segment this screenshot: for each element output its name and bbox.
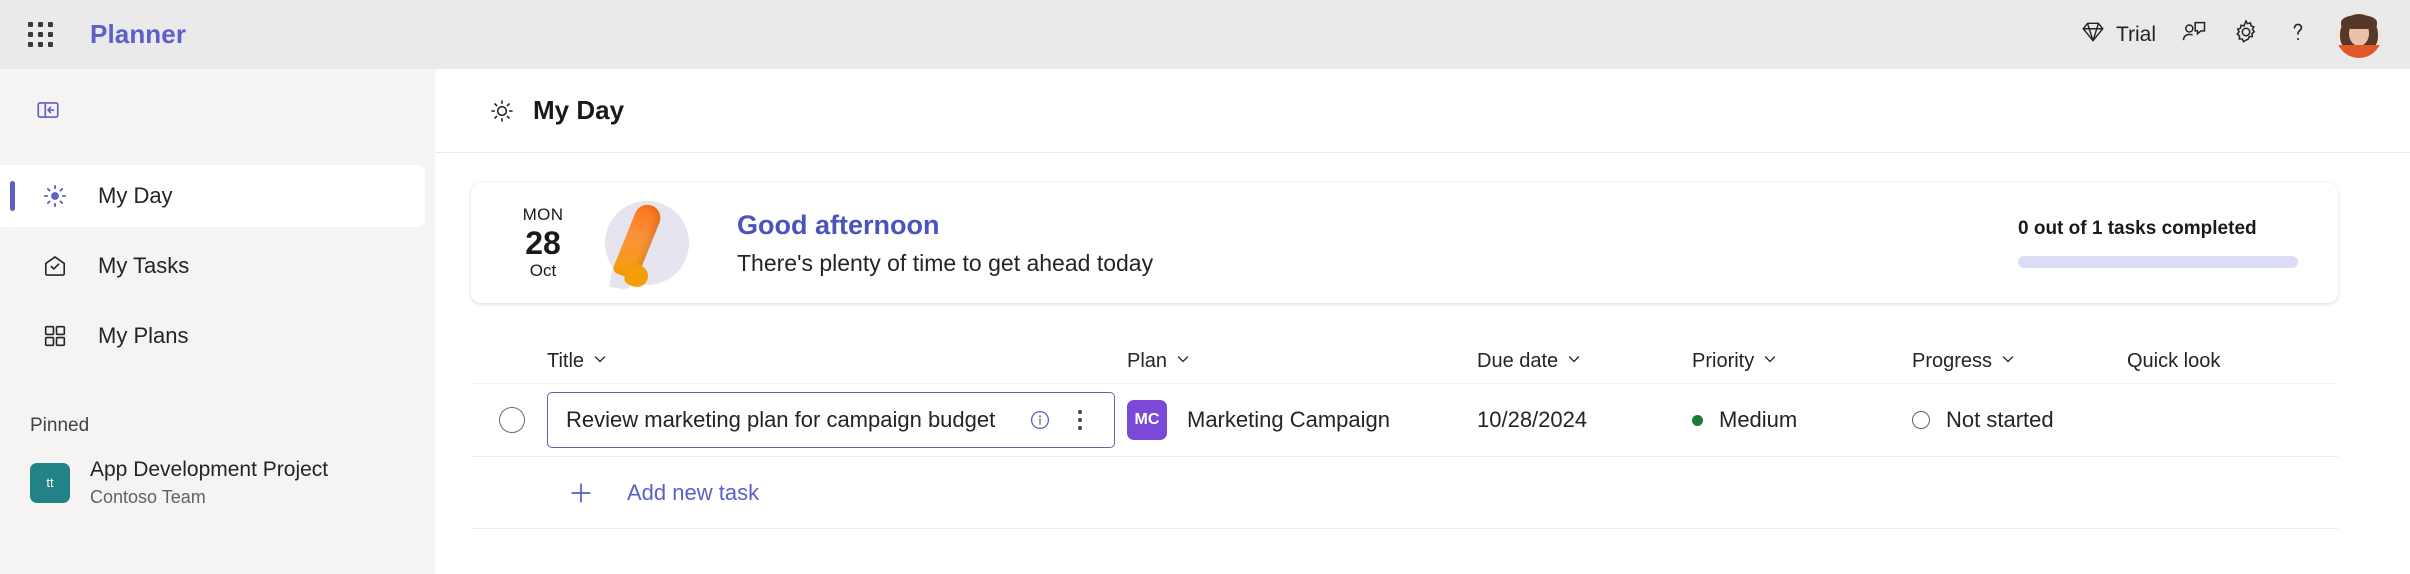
content-scroll: MON 28 Oct Good afternoon There's plenty… xyxy=(435,153,2410,574)
active-indicator xyxy=(10,181,15,211)
task-complete-cell xyxy=(471,407,547,433)
sidebar-nav: My Day My Tasks My Plans xyxy=(0,165,435,367)
column-label: Quick look xyxy=(2127,349,2221,372)
column-header-progress[interactable]: Progress xyxy=(1912,350,2127,373)
question-mark-icon xyxy=(2284,18,2312,51)
date-weekday: MON xyxy=(522,204,564,224)
pen-illustration xyxy=(595,193,707,293)
settings-button[interactable] xyxy=(2222,12,2270,58)
sidebar-pinned-plan[interactable]: tt App Development Project Contoso Team xyxy=(0,449,425,517)
greeting-subtitle: There's plenty of time to get ahead toda… xyxy=(737,249,1154,276)
task-table: Title Plan Due date Priority Progress Qu… xyxy=(471,339,2338,529)
greeting-card: MON 28 Oct Good afternoon There's plenty… xyxy=(471,183,2338,303)
task-priority-cell[interactable]: Medium xyxy=(1692,407,1912,433)
task-title-text: Review marketing plan for campaign budge… xyxy=(566,407,996,432)
chevron-down-icon xyxy=(2000,350,2016,373)
plan-badge: MC xyxy=(1127,400,1167,440)
help-button[interactable] xyxy=(2274,12,2322,58)
feedback-button[interactable] xyxy=(2170,12,2218,58)
table-header-row: Title Plan Due date Priority Progress Qu… xyxy=(471,339,2338,383)
collapse-sidebar-button[interactable] xyxy=(26,92,70,132)
chevron-down-icon xyxy=(1566,350,1582,373)
avatar-image xyxy=(2336,11,2382,58)
sidebar-item-my-day[interactable]: My Day xyxy=(0,165,425,227)
column-label: Plan xyxy=(1127,349,1168,372)
active-indicator xyxy=(10,251,15,281)
planner-app: Planner Trial My Day My Tasks My Plans P… xyxy=(0,0,2410,574)
column-header-priority[interactable]: Priority xyxy=(1692,350,1912,373)
grid-squares-icon xyxy=(38,323,72,349)
add-new-task-label: Add new task xyxy=(627,479,760,505)
column-header-title[interactable]: Title xyxy=(547,350,1127,373)
trial-button[interactable]: Trial xyxy=(2070,12,2166,58)
task-plan-cell[interactable]: MC Marketing Campaign xyxy=(1127,400,1477,440)
sidebar-item-label: My Tasks xyxy=(98,253,190,278)
plan-avatar: tt xyxy=(30,462,70,503)
progress-value: Not started xyxy=(1946,407,2054,432)
gear-icon xyxy=(2232,18,2260,51)
more-options-icon[interactable] xyxy=(1060,410,1100,430)
column-label: Progress xyxy=(1912,349,1993,372)
sun-icon xyxy=(38,183,72,209)
column-label: Priority xyxy=(1692,349,1755,372)
add-new-task-button[interactable]: Add new task xyxy=(471,457,2338,529)
trial-label: Trial xyxy=(2115,22,2156,46)
pinned-header: Pinned xyxy=(30,415,90,436)
page-title: My Day xyxy=(533,95,625,125)
app-title[interactable]: Planner xyxy=(90,19,186,50)
active-indicator xyxy=(10,321,15,351)
sidebar-item-my-tasks[interactable]: My Tasks xyxy=(0,235,425,297)
body: My Day My Tasks My Plans Pinned tt App D… xyxy=(0,69,2410,574)
sidebar-item-label: My Plans xyxy=(98,323,189,348)
page-header: My Day xyxy=(435,69,2410,153)
date-card: MON 28 Oct xyxy=(507,205,579,282)
chevron-down-icon xyxy=(592,350,608,373)
column-label: Title xyxy=(547,349,585,372)
diamond-icon xyxy=(2080,19,2106,50)
waffle-icon xyxy=(27,22,53,47)
greeting-title: Good afternoon xyxy=(737,209,940,240)
task-progress-cell[interactable]: Not started xyxy=(1912,407,2127,433)
app-launcher-button[interactable] xyxy=(18,13,62,57)
top-bar: Planner Trial xyxy=(0,0,2410,69)
pinned-plan-subtitle: Contoso Team xyxy=(90,487,206,508)
plan-name: Marketing Campaign xyxy=(1187,407,1390,432)
plus-icon xyxy=(559,479,603,507)
task-title-cell: Review marketing plan for campaign budge… xyxy=(547,392,1127,448)
sun-icon xyxy=(489,98,515,124)
pinned-plan-text: App Development Project Contoso Team xyxy=(90,457,328,509)
tasks-envelope-icon xyxy=(38,253,72,279)
date-day: 28 xyxy=(525,224,561,261)
chevron-down-icon xyxy=(1762,350,1778,373)
sidebar-item-label: My Day xyxy=(98,183,173,208)
task-due-date-cell[interactable]: 10/28/2024 xyxy=(1477,407,1692,433)
feedback-icon xyxy=(2180,18,2208,51)
task-title-input[interactable]: Review marketing plan for campaign budge… xyxy=(547,392,1115,448)
column-header-plan[interactable]: Plan xyxy=(1127,350,1477,373)
column-label: Due date xyxy=(1477,349,1559,372)
chevron-down-icon xyxy=(1175,350,1191,373)
topbar-actions: Trial xyxy=(2070,11,2382,58)
panel-collapse-icon xyxy=(35,97,61,128)
column-header-quick-look: Quick look xyxy=(2127,350,2338,373)
table-row[interactable]: Review marketing plan for campaign budge… xyxy=(471,383,2338,457)
date-month: Oct xyxy=(529,261,557,281)
content-area: My Day MON 28 Oct Good afternoon There's… xyxy=(435,69,2410,574)
due-date-value: 10/28/2024 xyxy=(1477,407,1588,432)
pinned-plan-title: App Development Project xyxy=(90,458,329,481)
info-icon[interactable] xyxy=(1020,408,1060,432)
progress-bar xyxy=(2018,256,2298,268)
collapse-row xyxy=(0,81,435,143)
progress-not-started-icon xyxy=(1912,411,1930,429)
priority-dot-icon xyxy=(1692,414,1703,426)
task-complete-checkbox[interactable] xyxy=(499,407,525,433)
priority-value: Medium xyxy=(1719,407,1798,432)
progress-label: 0 out of 1 tasks completed xyxy=(2018,218,2257,239)
sidebar: My Day My Tasks My Plans Pinned tt App D… xyxy=(0,69,435,574)
tasks-progress: 0 out of 1 tasks completed xyxy=(2018,218,2298,268)
greeting-text: Good afternoon There's plenty of time to… xyxy=(737,210,1153,277)
avatar[interactable] xyxy=(2336,11,2382,58)
sidebar-item-my-plans[interactable]: My Plans xyxy=(0,305,425,367)
column-header-due-date[interactable]: Due date xyxy=(1477,350,1692,373)
